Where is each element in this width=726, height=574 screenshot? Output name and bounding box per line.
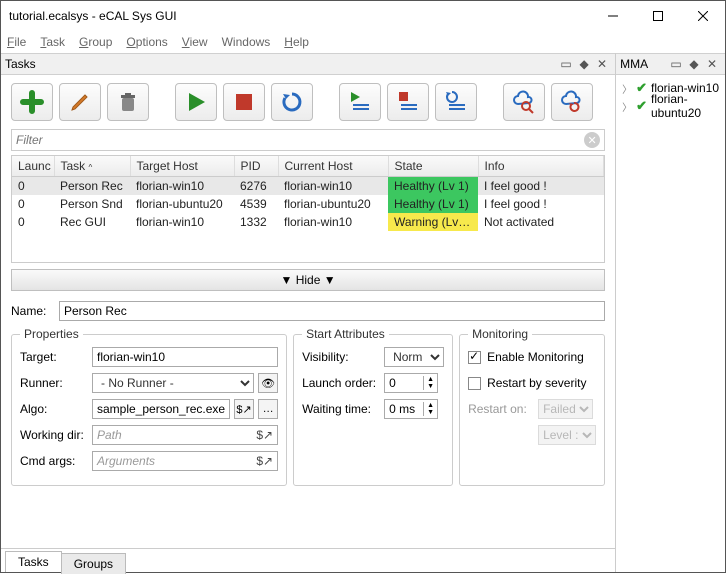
hide-button[interactable]: ▼ Hide ▼ <box>11 269 605 291</box>
filter-row: ✕ <box>11 129 605 151</box>
mma-dock-icon[interactable]: ▭ <box>667 57 685 71</box>
title-bar: tutorial.ecalsys - eCAL Sys GUI <box>1 1 725 31</box>
eye-icon[interactable]: 👁 <box>258 373 278 393</box>
chevron-right-icon: 〉 <box>622 81 632 96</box>
monitoring-group: Monitoring Enable Monitoring Restart by … <box>459 327 605 486</box>
runner-select[interactable]: - No Runner - <box>92 373 254 393</box>
launch-order-stepper[interactable]: 0▲▼ <box>384 373 438 393</box>
menu-file[interactable]: File <box>7 35 26 49</box>
bottom-tabs: Tasks Groups <box>1 548 615 572</box>
restart-on-select: Failed <box>538 399 593 419</box>
menu-help[interactable]: Help <box>284 35 309 49</box>
dock-icon[interactable]: ▭ <box>557 57 575 71</box>
delete-button[interactable] <box>107 83 149 121</box>
filter-input[interactable] <box>16 133 584 147</box>
browse-algo-icon[interactable]: $↗ <box>234 399 254 419</box>
more-icon[interactable]: … <box>258 399 278 419</box>
target-input[interactable]: florian-win10 <box>92 347 278 367</box>
toolbar <box>1 75 615 129</box>
play-list-button[interactable] <box>339 83 381 121</box>
maximize-button[interactable] <box>635 1 680 31</box>
tab-tasks[interactable]: Tasks <box>5 551 62 572</box>
menu-windows[interactable]: Windows <box>222 35 271 49</box>
check-icon: ✔ <box>636 80 647 96</box>
restart-button[interactable] <box>271 83 313 121</box>
restart-severity-checkbox[interactable]: Restart by severity <box>468 373 596 393</box>
chevron-right-icon: 〉 <box>622 99 632 114</box>
mma-host-row[interactable]: 〉✔florian-ubuntu20 <box>620 97 721 115</box>
mma-close-icon[interactable]: ✕ <box>703 57 721 71</box>
stop-button[interactable] <box>223 83 265 121</box>
workdir-input[interactable]: Path$↗ <box>92 425 278 445</box>
table-row[interactable]: 0Person Sndflorian-ubuntu204539florian-u… <box>12 195 604 213</box>
menu-group[interactable]: Group <box>79 35 112 49</box>
app-window: tutorial.ecalsys - eCAL Sys GUI File Tas… <box>0 0 726 573</box>
table-row[interactable]: 0Rec GUIflorian-win101332florian-win10Wa… <box>12 213 604 231</box>
refresh-cloud-button[interactable] <box>551 83 593 121</box>
tab-groups[interactable]: Groups <box>61 553 126 574</box>
close-button[interactable] <box>680 1 725 31</box>
start-attributes-group: Start Attributes Visibility:Norm Launch … <box>293 327 453 486</box>
tasks-panel-header: Tasks ▭ ◆ ✕ <box>1 53 615 75</box>
window-title: tutorial.ecalsys - eCAL Sys GUI <box>9 9 590 23</box>
algo-input[interactable]: sample_person_rec.exe <box>92 399 230 419</box>
menu-bar: File Task Group Options View Windows Hel… <box>1 31 725 53</box>
table-header: Launc Task ^ Target Host PID Current Hos… <box>12 156 604 177</box>
close-panel-icon[interactable]: ✕ <box>593 57 611 71</box>
menu-view[interactable]: View <box>182 35 208 49</box>
level-select: Level : <box>538 425 596 445</box>
tasks-table: Launc Task ^ Target Host PID Current Hos… <box>11 155 605 263</box>
restart-list-button[interactable] <box>435 83 477 121</box>
stop-list-button[interactable] <box>387 83 429 121</box>
name-input[interactable] <box>59 301 605 321</box>
table-row[interactable]: 0Person Recflorian-win106276florian-win1… <box>12 177 604 196</box>
menu-options[interactable]: Options <box>126 35 167 49</box>
properties-group: Properties Target:florian-win10 Runner:-… <box>11 327 287 486</box>
find-cloud-button[interactable] <box>503 83 545 121</box>
clear-filter-icon[interactable]: ✕ <box>584 132 600 148</box>
play-button[interactable] <box>175 83 217 121</box>
waiting-time-stepper[interactable]: 0 ms▲▼ <box>384 399 438 419</box>
mma-panel-header: MMA ▭ ◆ ✕ <box>616 53 725 75</box>
minimize-button[interactable] <box>590 1 635 31</box>
cmdargs-input[interactable]: Arguments$↗ <box>92 451 278 471</box>
undock-icon[interactable]: ◆ <box>575 57 593 71</box>
check-icon: ✔ <box>636 98 647 114</box>
menu-task[interactable]: Task <box>40 35 65 49</box>
edit-button[interactable] <box>59 83 101 121</box>
enable-monitoring-checkbox[interactable]: Enable Monitoring <box>468 347 596 367</box>
mma-undock-icon[interactable]: ◆ <box>685 57 703 71</box>
add-button[interactable] <box>11 83 53 121</box>
visibility-select[interactable]: Norm <box>384 347 444 367</box>
